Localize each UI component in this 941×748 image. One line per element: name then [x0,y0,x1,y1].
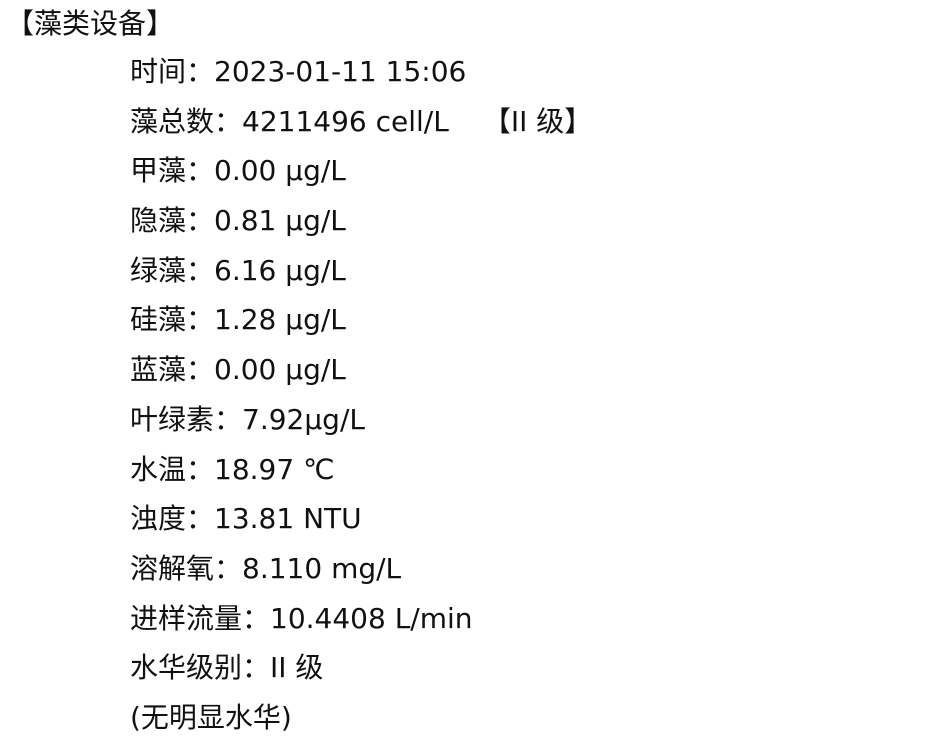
bloom-note: (无明显水华) [130,700,292,734]
total-algae-label: 藻总数： [130,104,243,138]
green-algae-value: 6.16 μg/L [214,253,346,287]
bloom-level-label: 水华级别： [130,651,271,685]
dissolved-oxygen-label: 溶解氧： [130,551,243,585]
green-algae-row: 绿藻：6.16 μg/L [130,251,930,301]
readings-list: 时间：2023-01-11 15:06 藻总数：4211496 cell/L 【I… [130,52,930,748]
dinoflagellate-value: 0.00 μg/L [214,154,346,188]
diatom-row: 硅藻：1.28 μg/L [130,300,930,350]
dinoflagellate-row: 甲藻：0.00 μg/L [130,151,930,201]
cyanobacteria-label: 蓝藻： [130,353,215,387]
diatom-label: 硅藻： [130,303,215,337]
cyanobacteria-row: 蓝藻：0.00 μg/L [130,350,930,400]
inflow-rate-row: 进样流量：10.4408 L/min [130,599,930,649]
chlorophyll-label: 叶绿素： [130,402,243,436]
time-label: 时间： [130,55,215,88]
turbidity-row: 浊度：13.81 NTU [130,499,930,549]
bloom-level-value: II 级 [270,651,324,685]
cryptophyte-label: 隐藻： [130,204,215,238]
water-temperature-label: 水温： [130,452,215,486]
green-algae-label: 绿藻： [130,253,215,287]
dinoflagellate-label: 甲藻： [130,154,215,188]
time-row: 时间：2023-01-11 15:06 [130,52,930,102]
chlorophyll-row: 叶绿素：7.92μg/L [130,400,930,450]
diatom-value: 1.28 μg/L [214,303,346,337]
inflow-rate-label: 进样流量： [130,601,271,635]
turbidity-value: 13.81 NTU [214,502,362,536]
device-title: 【藻类设备】 [6,7,175,40]
bloom-level-row: 水华级别：II 级 [130,648,930,698]
cryptophyte-value: 0.81 μg/L [214,204,346,238]
cryptophyte-row: 隐藻：0.81 μg/L [130,201,930,251]
turbidity-label: 浊度： [130,502,215,536]
time-value: 2023-01-11 15:06 [214,55,467,88]
dissolved-oxygen-value: 8.110 mg/L [242,551,402,585]
water-temperature-value: 18.97 ℃ [214,452,335,486]
total-algae-row: 藻总数：4211496 cell/L 【II 级】 [130,102,930,152]
cyanobacteria-value: 0.00 μg/L [214,353,346,387]
total-algae-value: 4211496 cell/L [242,104,449,138]
water-temperature-row: 水温：18.97 ℃ [130,450,930,500]
dissolved-oxygen-row: 溶解氧：8.110 mg/L [130,549,930,599]
inflow-rate-value: 10.4408 L/min [270,601,473,635]
total-algae-grade: 【II 级】 [482,104,593,138]
chlorophyll-value: 7.92μg/L [242,402,365,436]
